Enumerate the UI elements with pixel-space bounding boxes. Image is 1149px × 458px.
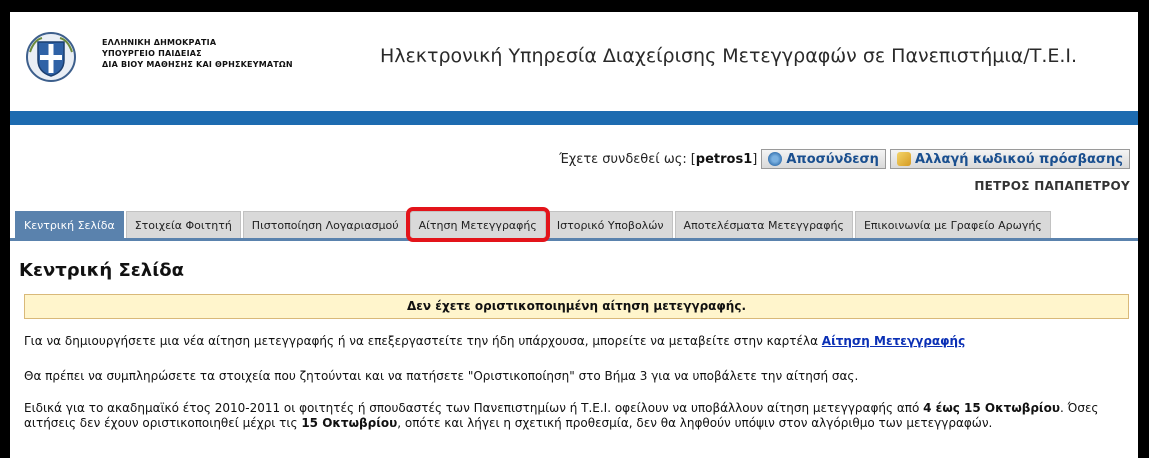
tab-helpdesk-contact[interactable]: Επικοινωνία με Γραφείο Αρωγής bbox=[854, 211, 1051, 238]
key-icon bbox=[896, 152, 911, 166]
deadline-date: 15 Οκτωβρίου bbox=[301, 416, 398, 430]
username: petros1 bbox=[695, 151, 753, 167]
logged-in-as-label: Έχετε συνδεθεί ως: bbox=[559, 151, 687, 167]
change-password-button[interactable]: Αλλαγή κωδικού πρόσβασης bbox=[889, 149, 1130, 169]
site-title: Ηλεκτρονική Υπηρεσία Διαχείρισης Μετεγγρ… bbox=[380, 45, 1078, 67]
finalize-paragraph: Θα πρέπει να συμπληρώσετε τα στοιχεία πο… bbox=[24, 369, 859, 383]
username-display: [petros1] bbox=[691, 152, 758, 167]
user-full-name: ΠΕΤΡΟΣ ΠΑΠΑΠΕΤΡΟΥ bbox=[974, 179, 1130, 193]
header-blue-bar bbox=[10, 111, 1138, 125]
greek-coat-of-arms-icon bbox=[26, 32, 76, 82]
deadline-text: Ειδικά για το ακαδημαϊκό έτος 2010-2011 … bbox=[24, 401, 924, 415]
instruction-text: Για να δημιουργήσετε μια νέα αίτηση μετε… bbox=[24, 334, 822, 348]
tab-account-verification[interactable]: Πιστοποίηση Λογαριασμού bbox=[242, 211, 408, 238]
change-password-label: Αλλαγή κωδικού πρόσβασης bbox=[914, 151, 1123, 167]
transfer-application-link[interactable]: Αίτηση Μετεγγραφής bbox=[822, 334, 965, 348]
bracket-close: ] bbox=[752, 151, 758, 167]
deadline-dates: 4 έως 15 Οκτωβρίου bbox=[923, 401, 1060, 415]
deadline-paragraph: Ειδικά για το ακαδημαϊκό έτος 2010-2011 … bbox=[24, 401, 1134, 431]
logout-label: Αποσύνδεση bbox=[786, 151, 879, 167]
tab-transfer-application[interactable]: Αίτηση Μετεγγραφής bbox=[405, 207, 550, 242]
user-status-bar: Έχετε συνδεθεί ως: [petros1] Αποσύνδεση … bbox=[559, 149, 1130, 169]
tab-transfer-results[interactable]: Αποτελέσματα Μετεγγραφής bbox=[674, 211, 853, 238]
deadline-text: , οπότε και λήγει η σχετική προθεσμία, δ… bbox=[397, 416, 993, 430]
ministry-line: ΕΛΛΗΝΙΚΗ ΔΗΜΟΚΡΑΤΙΑ bbox=[102, 38, 217, 47]
logout-button[interactable]: Αποσύνδεση bbox=[761, 149, 886, 169]
ministry-line: ΔΙΑ ΒΙΟΥ ΜΑΘΗΣΗΣ ΚΑΙ ΘΡΗΣΚΕΥΜΑΤΩΝ bbox=[102, 60, 293, 69]
tab-home[interactable]: Κεντρική Σελίδα bbox=[15, 211, 124, 238]
status-notice: Δεν έχετε οριστικοποιημένη αίτηση μετεγγ… bbox=[24, 294, 1129, 319]
page-title: Κεντρική Σελίδα bbox=[19, 260, 184, 281]
tab-student-details[interactable]: Στοιχεία Φοιτητή bbox=[125, 211, 241, 238]
tab-submission-history[interactable]: Ιστορικό Υποβολών bbox=[547, 211, 673, 238]
ministry-name: ΕΛΛΗΝΙΚΗ ΔΗΜΟΚΡΑΤΙΑ ΥΠΟΥΡΓΕΙΟ ΠΑΙΔΕΙΑΣ Δ… bbox=[102, 37, 293, 70]
tab-bar: Κεντρική Σελίδα Στοιχεία Φοιτητή Πιστοπο… bbox=[10, 207, 1138, 242]
instruction-paragraph: Για να δημιουργήσετε μια νέα αίτηση μετε… bbox=[24, 334, 1134, 349]
logout-icon bbox=[768, 152, 783, 166]
ministry-line: ΥΠΟΥΡΓΕΙΟ ΠΑΙΔΕΙΑΣ bbox=[102, 49, 202, 58]
page: ΕΛΛΗΝΙΚΗ ΔΗΜΟΚΡΑΤΙΑ ΥΠΟΥΡΓΕΙΟ ΠΑΙΔΕΙΑΣ Δ… bbox=[10, 12, 1138, 458]
header: ΕΛΛΗΝΙΚΗ ΔΗΜΟΚΡΑΤΙΑ ΥΠΟΥΡΓΕΙΟ ΠΑΙΔΕΙΑΣ Δ… bbox=[10, 12, 1138, 112]
